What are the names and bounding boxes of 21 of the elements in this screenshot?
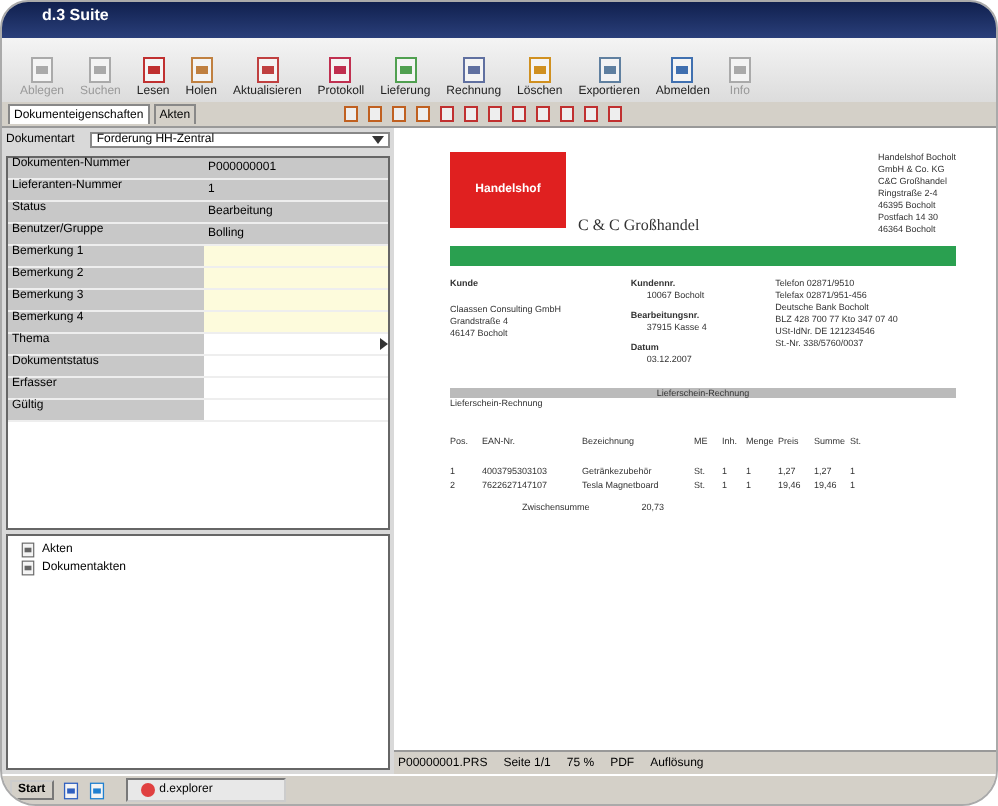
document-icon bbox=[253, 56, 282, 84]
property-field[interactable] bbox=[204, 246, 388, 266]
document-icon bbox=[326, 56, 355, 84]
document-icon bbox=[595, 56, 624, 84]
document-icon bbox=[525, 56, 554, 84]
window-title: d.3 Suite bbox=[2, 2, 996, 38]
company-name: C & C Großhandel bbox=[578, 216, 700, 234]
dropdown-arrow-icon bbox=[372, 136, 384, 144]
document-icon bbox=[139, 56, 168, 84]
dropdown-arrow-icon bbox=[380, 338, 388, 350]
app-icon bbox=[139, 782, 156, 798]
property-field[interactable] bbox=[204, 290, 388, 310]
document-icon bbox=[86, 56, 115, 84]
document-icon bbox=[725, 56, 754, 84]
document-icon bbox=[668, 56, 697, 84]
document-icon bbox=[459, 56, 488, 84]
document-icon bbox=[187, 56, 216, 84]
document-icon bbox=[391, 56, 420, 84]
document-icon bbox=[28, 56, 57, 84]
property-field[interactable] bbox=[204, 312, 388, 332]
property-field[interactable] bbox=[204, 268, 388, 288]
